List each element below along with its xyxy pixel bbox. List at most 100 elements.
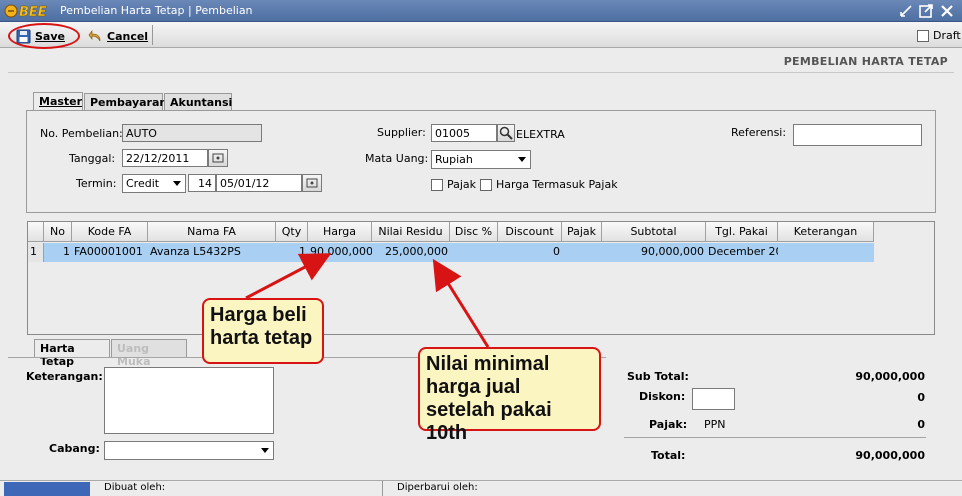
tab-harta-tetap[interactable]: Harta Tetap [34, 339, 110, 368]
grid-header-discount[interactable]: Discount [498, 222, 562, 242]
chevron-down-icon [261, 448, 269, 453]
cell-discount[interactable]: 0 [498, 243, 562, 262]
maximize-icon[interactable] [918, 3, 934, 19]
status-indicator [4, 482, 90, 496]
tab-master[interactable]: Master [33, 92, 83, 111]
cell-no[interactable]: 1 [44, 243, 72, 262]
cancel-label: Cancel [107, 29, 149, 43]
harga-termasuk-pajak-check[interactable] [480, 178, 492, 191]
window-title: Pembelian Harta Tetap | Pembelian [60, 4, 253, 17]
grid-header-harga[interactable]: Harga [308, 222, 372, 242]
diperbarui-oleh-label: Diperbarui oleh: [397, 482, 478, 493]
supplier-name: ELEXTRA [516, 128, 565, 141]
supplier-code-field[interactable]: 01005 [431, 124, 497, 142]
calendar-icon [306, 178, 318, 188]
tab-akuntansi-label: Akuntansi [170, 96, 233, 109]
harga-termasuk-pajak-label: Harga Termasuk Pajak [496, 178, 618, 191]
tab-akuntansi[interactable]: Akuntansi [164, 93, 232, 111]
cabang-label: Cabang: [49, 442, 100, 455]
restore-icon[interactable] [898, 3, 914, 19]
pajak-checkbox-label: Pajak [447, 178, 477, 191]
diskon-field[interactable] [692, 388, 735, 410]
chevron-down-icon [173, 181, 181, 186]
total-value: 90,000,000 [855, 449, 925, 462]
toolbar-separator [152, 25, 153, 45]
cell-nilai-residu[interactable]: 25,000,000 [372, 243, 450, 262]
termin-type-select[interactable]: Credit [122, 174, 186, 193]
supplier-search-button[interactable] [497, 124, 515, 142]
cell-kode-fa[interactable]: FA00001001 [72, 243, 148, 262]
grid-header-tgl-pakai[interactable]: Tgl. Pakai [706, 222, 778, 242]
tanggal-label: Tanggal: [69, 152, 116, 165]
cell-tgl-pakai[interactable]: December 201 [706, 243, 778, 262]
cell-nama-fa[interactable]: Avanza L5432PS [148, 243, 276, 262]
termin-days-field[interactable]: 14 [188, 174, 216, 192]
grid-header-keterangan[interactable]: Keterangan [778, 222, 874, 242]
close-icon[interactable] [939, 3, 955, 19]
pajak-checkbox[interactable]: Pajak [431, 178, 476, 191]
tab-pembayaran-label: Pembayaran [90, 96, 168, 109]
cell-pajak[interactable] [562, 243, 602, 262]
page-title: PEMBELIAN HARTA TETAP [783, 55, 948, 68]
cell-qty[interactable]: 1 [276, 243, 308, 262]
tab-uang-muka-label: Uang Muka [117, 342, 151, 368]
cancel-button[interactable]: Cancel [88, 27, 148, 45]
grid-header-nama-fa[interactable]: Nama FA [148, 222, 276, 242]
diskon-label: Diskon: [639, 390, 686, 403]
mata-uang-select[interactable]: Rupiah [431, 150, 531, 169]
grid-header-nilai-residu[interactable]: Nilai Residu [372, 222, 450, 242]
grid-header-no[interactable]: No [44, 222, 72, 242]
draft-label: Draft [933, 29, 961, 42]
grid-header-subtotal[interactable]: Subtotal [602, 222, 706, 242]
termin-calendar-button[interactable] [302, 174, 322, 192]
mata-uang-label: Mata Uang: [365, 152, 429, 165]
termin-type-value: Credit [126, 177, 160, 190]
no-pembelian-field[interactable]: AUTO [122, 124, 262, 142]
cell-subtotal[interactable]: 90,000,000 [602, 243, 706, 262]
pajak-sum-value: 0 [917, 418, 925, 431]
grid-header-disc-pct[interactable]: Disc % [450, 222, 498, 242]
cell-disc-pct[interactable] [450, 243, 498, 262]
tanggal-calendar-button[interactable] [208, 149, 228, 167]
bee-logo: BEE [4, 4, 47, 20]
total-label: Total: [651, 449, 686, 462]
referensi-label: Referensi: [731, 126, 787, 139]
pajak-check[interactable] [431, 178, 443, 191]
draft-checkbox[interactable]: Draft [917, 29, 961, 42]
callout-nilai-residu: Nilai minimal harga jual setelah pakai 1… [418, 347, 601, 444]
pajak-sum-label: Pajak: [649, 418, 688, 431]
cabang-select[interactable] [104, 441, 274, 460]
dibuat-oleh-label: Dibuat oleh: [104, 482, 166, 493]
grid-header-qty[interactable]: Qty [276, 222, 308, 242]
status-separator [382, 481, 383, 496]
cell-harga[interactable]: 90,000,000 [308, 243, 372, 262]
termin-date-field[interactable]: 05/01/12 [216, 174, 302, 192]
callout-harga-beli: Harga beli harta tetap [202, 298, 324, 364]
pajak-sum-name: PPN [704, 418, 726, 431]
keterangan-textarea[interactable] [104, 367, 274, 434]
tab-pembayaran[interactable]: Pembayaran [84, 93, 167, 111]
referensi-field[interactable] [793, 124, 922, 146]
save-highlight-ring [8, 23, 80, 49]
termin-label: Termin: [76, 177, 117, 190]
draft-check[interactable] [917, 29, 929, 42]
harga-termasuk-pajak-checkbox[interactable]: Harga Termasuk Pajak [480, 178, 618, 191]
sub-total-label: Sub Total: [627, 370, 689, 383]
logo-text: BEE [19, 5, 47, 20]
undo-arrow-icon [88, 29, 101, 41]
grid-header-kode-fa[interactable]: Kode FA [72, 222, 148, 242]
tanggal-field[interactable]: 22/12/2011 [122, 149, 208, 167]
tab-master-label: Master [39, 95, 83, 108]
grid-row-number[interactable]: 1 [28, 243, 44, 262]
mata-uang-value: Rupiah [435, 153, 473, 166]
calendar-icon [212, 153, 224, 163]
tab-harta-tetap-label: Harta Tetap [40, 342, 75, 368]
heading-divider [8, 72, 954, 73]
sub-total-value: 90,000,000 [855, 370, 925, 383]
cell-keterangan[interactable] [778, 243, 874, 262]
keterangan-label: Keterangan: [26, 370, 103, 383]
no-pembelian-label: No. Pembelian: [40, 127, 123, 140]
supplier-label: Supplier: [377, 126, 426, 139]
diskon-value: 0 [917, 391, 925, 404]
grid-header-pajak[interactable]: Pajak [562, 222, 602, 242]
